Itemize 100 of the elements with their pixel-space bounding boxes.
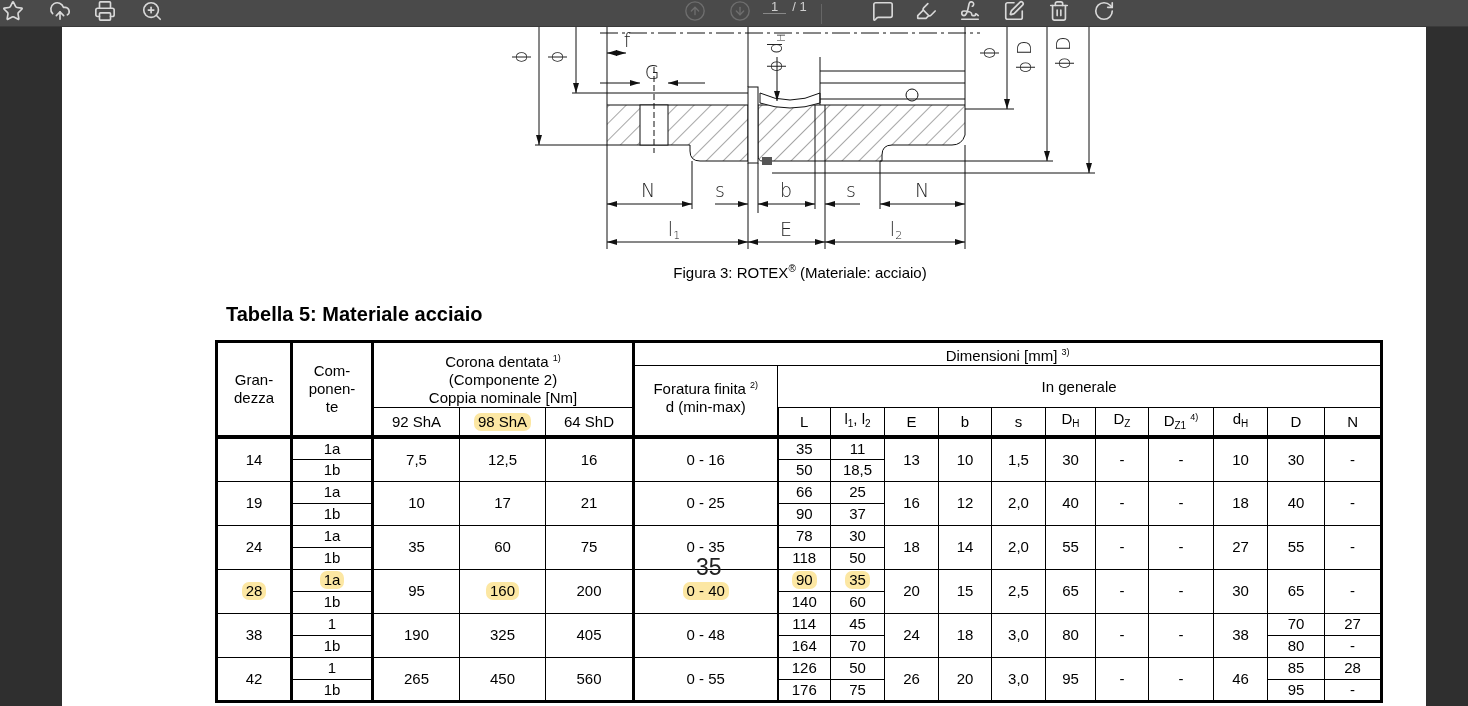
column-header: D$_{Z}$ [1113,410,1131,431]
table-cell-text: 70 [848,637,867,655]
star-icon[interactable] [2,0,24,22]
table-cell: 10 [956,450,974,469]
highlighter-icon[interactable] [914,0,937,22]
table-cell-text: 560 [575,669,603,688]
table-cell: 85 [1287,659,1305,677]
page-total: / 1 [792,0,807,13]
table-cell-text: 0 - 35 [685,538,726,556]
table-cell: - [1350,494,1356,512]
table-cell-text: 200 [575,582,603,600]
table-cell: 80 [1062,626,1079,644]
table-cell-text: 35 [407,538,426,556]
table-cell-text: 16 [579,450,599,469]
table-cell: 95 [1287,680,1305,699]
table-cell-text: 38 [244,626,264,644]
table-cell: - [1178,450,1184,469]
column-header: s [1014,412,1023,431]
table-cell: 2,0 [1008,494,1029,512]
page-input[interactable]: 1 [763,0,787,14]
table-cell-text: 114 [791,615,818,633]
table-cell-text: 30 [848,527,867,545]
dimension-label: b [779,179,793,201]
table-cell: 38 [1232,626,1249,644]
table-cell: 10 [1232,450,1249,469]
trash-icon[interactable] [1047,0,1070,22]
table-cell: 46 [1232,669,1249,688]
table-cell-text: 164 [790,637,818,655]
edit-icon[interactable] [1002,0,1025,22]
table-cell-text: 1 [326,659,338,677]
table-cell: 13 [903,450,920,469]
table-cell: 20 [956,669,974,688]
column-header: In generale [1041,377,1117,396]
column-header: D [1290,412,1302,431]
dimension-label: E [780,218,792,240]
table-cell: 18 [903,538,920,556]
table-cell-text: 50 [794,461,814,479]
column-header: E [906,412,917,431]
dimension-label: f [623,29,631,51]
table-cell-text: 118 [791,549,818,567]
table-cell: 55 [1062,538,1079,556]
table-cell: - [1350,450,1356,469]
table-cell: - [1119,494,1125,512]
table-cell-text: 42 [244,669,264,688]
table-cell: 1,5 [1008,450,1029,469]
table-cell-text: 450 [489,669,516,688]
table-cell-text: 17 [493,494,512,512]
table-cell: 20 [903,582,920,600]
column-header: N [1347,412,1358,431]
table-cell: - [1178,626,1184,644]
table-cell: 14 [956,538,974,556]
column-header: d$_{H}$ [1232,410,1249,431]
column-header: b [960,412,970,431]
rotate-icon[interactable] [1092,0,1115,22]
table-cell: 65 [1062,582,1079,600]
column-header: 98 ShA [473,412,532,431]
table-cell: 90 [791,571,817,589]
table-cell-text: 19 [244,494,264,512]
table-cell: 30 [1062,450,1079,469]
table-cell-text: 66 [794,483,814,501]
table-cell: 27 [1232,538,1249,556]
dimension-label: l$_{2}$ [889,218,903,242]
table-cell: - [1350,538,1356,556]
dimension-label: G [644,61,660,83]
table-cell-text: 1 [326,615,338,633]
table-cell-text: 1a [322,527,342,545]
table-cell: 26 [903,669,920,688]
table-cell-text: 1b [322,637,342,655]
table-cell-text: 25 [848,483,867,501]
comment-icon[interactable] [871,0,894,22]
column-header: Gran- dezza [234,371,274,407]
table-cell: 30 [1287,450,1305,469]
column-header: l$_{1}$, l$_{2}$ [844,410,871,431]
table-cell: 27 [1344,615,1361,633]
cloud-upload-icon[interactable] [49,0,71,22]
zoom-icon[interactable] [141,0,163,22]
table-cell: - [1178,494,1184,512]
column-header: Com- ponen- te [308,362,356,416]
dimension-label: s [846,179,856,201]
table-cell: 16 [903,494,920,512]
table-cell-text: 78 [794,527,814,545]
dimension-label: ϕ D [1052,36,1074,70]
table-cell: 70 [1287,615,1305,633]
table-cell: 0 - 40 [682,582,729,600]
table-cell-text: 14 [244,450,264,469]
table-cell-text: 21 [579,494,599,512]
table-cell: 30 [1232,582,1249,600]
signature-icon[interactable] [958,0,981,22]
table-cell: 15 [956,582,974,600]
table-cell: 95 [1062,669,1079,688]
table-cell: 55 [1287,538,1305,556]
table-cell: - [1119,538,1125,556]
print-icon[interactable] [94,0,116,22]
table-cell: 12 [956,494,974,512]
table-cell: 40 [1287,494,1305,512]
table-cell-text: 50 [848,659,867,677]
table-cell: - [1178,669,1184,688]
table-cell: 28 [1344,659,1361,677]
column-header: Dimensioni [mm] $^{3)}$ [945,346,1070,365]
table-cell: 3,0 [1008,626,1029,644]
